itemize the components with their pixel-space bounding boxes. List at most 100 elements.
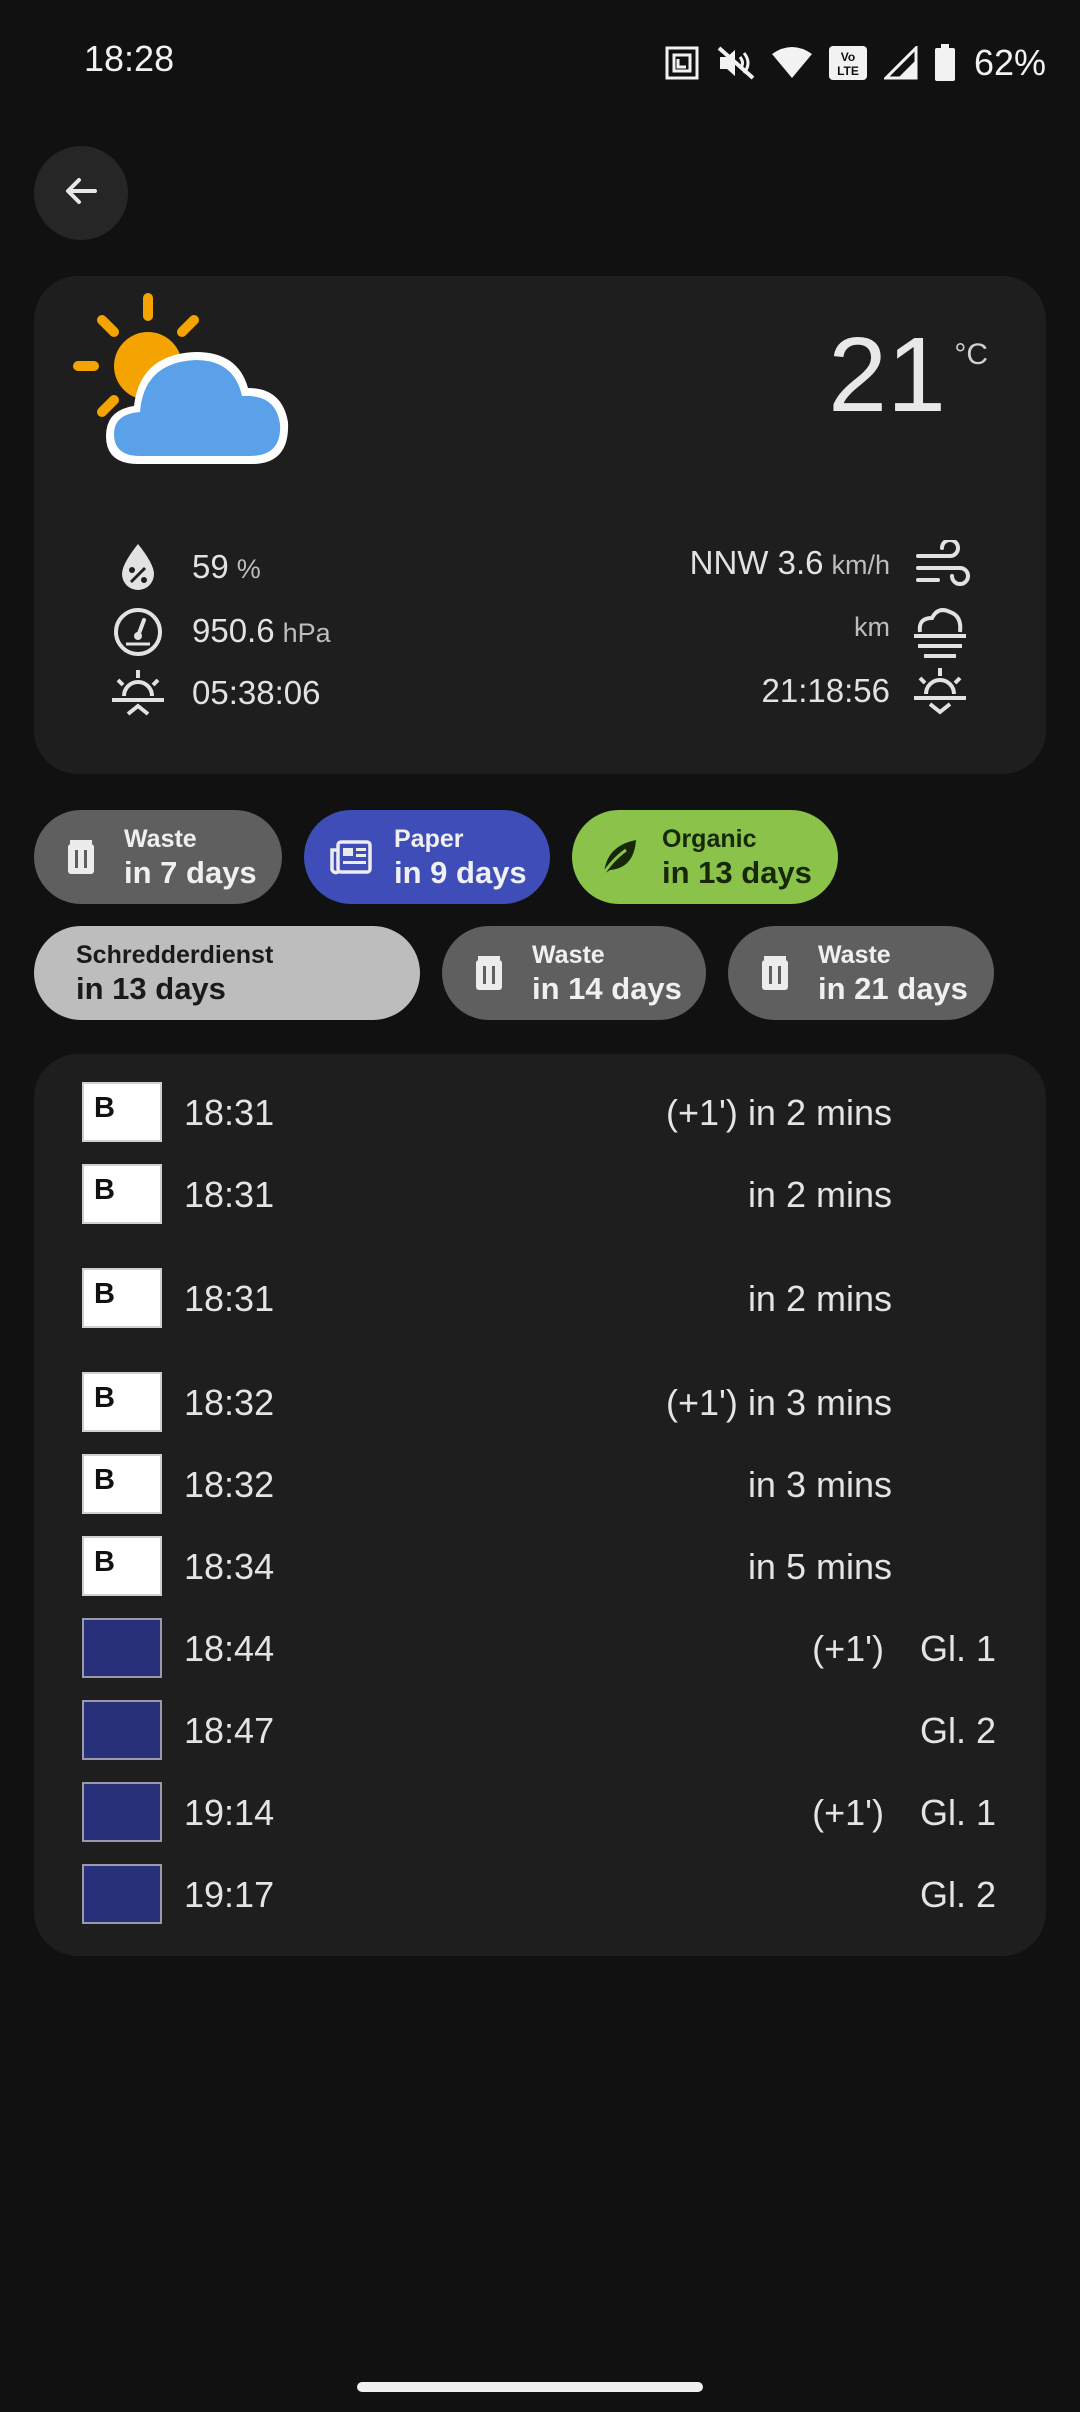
- departure-time: 18:44: [184, 1628, 275, 1669]
- sunset-row: 21:18:56: [762, 672, 890, 710]
- mute-icon: [716, 45, 756, 81]
- partly-cloudy-icon: [70, 292, 330, 487]
- departure-platform: Gl. 1: [919, 1628, 996, 1669]
- departure-time: 18:32: [184, 1464, 275, 1505]
- departure-time: 19:14: [184, 1792, 275, 1833]
- signal-icon: [883, 46, 918, 80]
- chip-when: in 13 days: [76, 971, 226, 1006]
- pressure-value: 950.6: [192, 612, 275, 649]
- status-time: 18:28: [84, 38, 175, 79]
- line-badge-train: [82, 1700, 162, 1760]
- departure-platform: Gl. 2: [919, 1710, 996, 1751]
- departure-delay: (+1'): [812, 1792, 884, 1833]
- departure-time: 19:17: [184, 1874, 275, 1915]
- departure-delay: (+1'): [812, 1628, 884, 1669]
- line-badge-train: [82, 1782, 162, 1842]
- chip-when: in 9 days: [394, 855, 527, 890]
- back-button[interactable]: [34, 146, 128, 240]
- trash-icon: [58, 834, 104, 880]
- pressure-unit: hPa: [282, 618, 331, 648]
- volte-icon: Vo LTE: [828, 45, 868, 81]
- departure-time: 18:34: [184, 1546, 275, 1587]
- chip-when: in 7 days: [124, 855, 257, 890]
- departure-delay: (+1'): [666, 1092, 738, 1133]
- chip-type: Organic: [662, 825, 757, 853]
- svg-text:LTE: LTE: [837, 64, 859, 78]
- temperature-value: 21: [828, 316, 946, 434]
- wind-value: NNW 3.6: [689, 544, 824, 581]
- line-badge-bus: B: [82, 1268, 162, 1328]
- sunrise-time: 05:38:06: [192, 674, 321, 711]
- line-badge-bus: B: [82, 1372, 162, 1432]
- chip-type: Paper: [394, 825, 464, 853]
- trash-icon: [466, 950, 512, 996]
- svg-text:Vo: Vo: [841, 50, 855, 64]
- chip-type: Waste: [532, 941, 605, 969]
- departure-eta: (+1') in 2 mins: [666, 1092, 892, 1134]
- humidity-unit: %: [236, 554, 261, 584]
- sunset-icon: [912, 666, 968, 723]
- humidity-value: 59: [192, 548, 229, 585]
- departure-eta: (+1') in 3 mins: [666, 1382, 892, 1424]
- chip-when: in 13 days: [662, 855, 812, 890]
- visibility-row: km: [846, 612, 890, 643]
- departure-row[interactable]: 18:47 Gl. 2: [0, 1700, 1080, 1762]
- departure-row[interactable]: B 18:34 in 5 mins: [0, 1536, 1080, 1598]
- departure-row[interactable]: B 18:32 in 3 mins: [0, 1454, 1080, 1516]
- visibility-unit: km: [854, 612, 890, 642]
- departure-countdown: in 3 mins: [747, 1464, 892, 1505]
- humidity-row: 59 %: [192, 548, 261, 586]
- departure-time: 18:47: [184, 1710, 275, 1751]
- departure-platform: Gl. 1: [919, 1792, 996, 1833]
- wind-row: NNW 3.6 km/h: [690, 544, 890, 582]
- chip-paper-9[interactable]: Paper in 9 days: [304, 810, 550, 904]
- sunrise-icon: [110, 668, 166, 725]
- newspaper-icon: [328, 834, 374, 880]
- line-badge-bus: B: [82, 1082, 162, 1142]
- sunrise-row: 05:38:06: [192, 674, 320, 712]
- nfc-icon: [664, 45, 700, 81]
- home-indicator[interactable]: [357, 2382, 703, 2392]
- wifi-icon: [771, 46, 812, 80]
- pressure-gauge-icon: [112, 606, 164, 663]
- departure-countdown: in 5 mins: [747, 1546, 892, 1587]
- chip-type: Waste: [818, 941, 891, 969]
- departure-row[interactable]: B 18:31 in 2 mins: [0, 1164, 1080, 1226]
- line-badge-bus: B: [82, 1164, 162, 1224]
- line-badge-train: [82, 1618, 162, 1678]
- departure-row[interactable]: B 18:32 (+1') in 3 mins: [0, 1372, 1080, 1434]
- departure-row[interactable]: B 18:31 (+1') in 2 mins: [0, 1082, 1080, 1144]
- trash-icon: [752, 950, 798, 996]
- departure-row[interactable]: 19:14 (+1') Gl. 1: [0, 1782, 1080, 1844]
- humidity-icon: [114, 540, 162, 597]
- departure-countdown: in 2 mins: [747, 1278, 892, 1319]
- chip-organic-13[interactable]: Organic in 13 days: [572, 810, 838, 904]
- departure-countdown: in 3 mins: [747, 1382, 892, 1423]
- departure-delay: (+1'): [666, 1382, 738, 1423]
- departure-row[interactable]: 19:17 Gl. 2: [0, 1864, 1080, 1926]
- departure-countdown: in 2 mins: [747, 1092, 892, 1133]
- chip-when: in 14 days: [532, 971, 682, 1006]
- chip-waste-14[interactable]: Waste in 14 days: [442, 926, 706, 1020]
- arrow-left-icon: [61, 171, 101, 216]
- departure-platform: Gl. 2: [919, 1874, 996, 1915]
- pressure-row: 950.6 hPa: [192, 612, 331, 650]
- departure-row[interactable]: B 18:31 in 2 mins: [0, 1268, 1080, 1330]
- chip-waste-21[interactable]: Waste in 21 days: [728, 926, 994, 1020]
- fog-icon: [910, 604, 970, 665]
- line-badge-bus: B: [82, 1454, 162, 1514]
- departure-row[interactable]: 18:44 (+1') Gl. 1: [0, 1618, 1080, 1680]
- wind-unit: km/h: [831, 550, 890, 580]
- chip-waste-7[interactable]: Waste in 7 days: [34, 810, 282, 904]
- battery-percent: 62%: [973, 42, 1046, 83]
- chip-schredderdienst-13[interactable]: Schredderdienst in 13 days: [34, 926, 420, 1020]
- sunset-time: 21:18:56: [761, 672, 890, 709]
- battery-icon: [934, 44, 956, 82]
- departure-countdown: in 2 mins: [747, 1174, 892, 1215]
- chip-type: Schredderdienst: [76, 941, 274, 969]
- departure-time: 18:31: [184, 1278, 275, 1319]
- temperature-unit: °C: [954, 338, 988, 371]
- leaf-icon: [596, 834, 642, 880]
- line-badge-train: [82, 1864, 162, 1924]
- departure-time: 18:32: [184, 1382, 275, 1423]
